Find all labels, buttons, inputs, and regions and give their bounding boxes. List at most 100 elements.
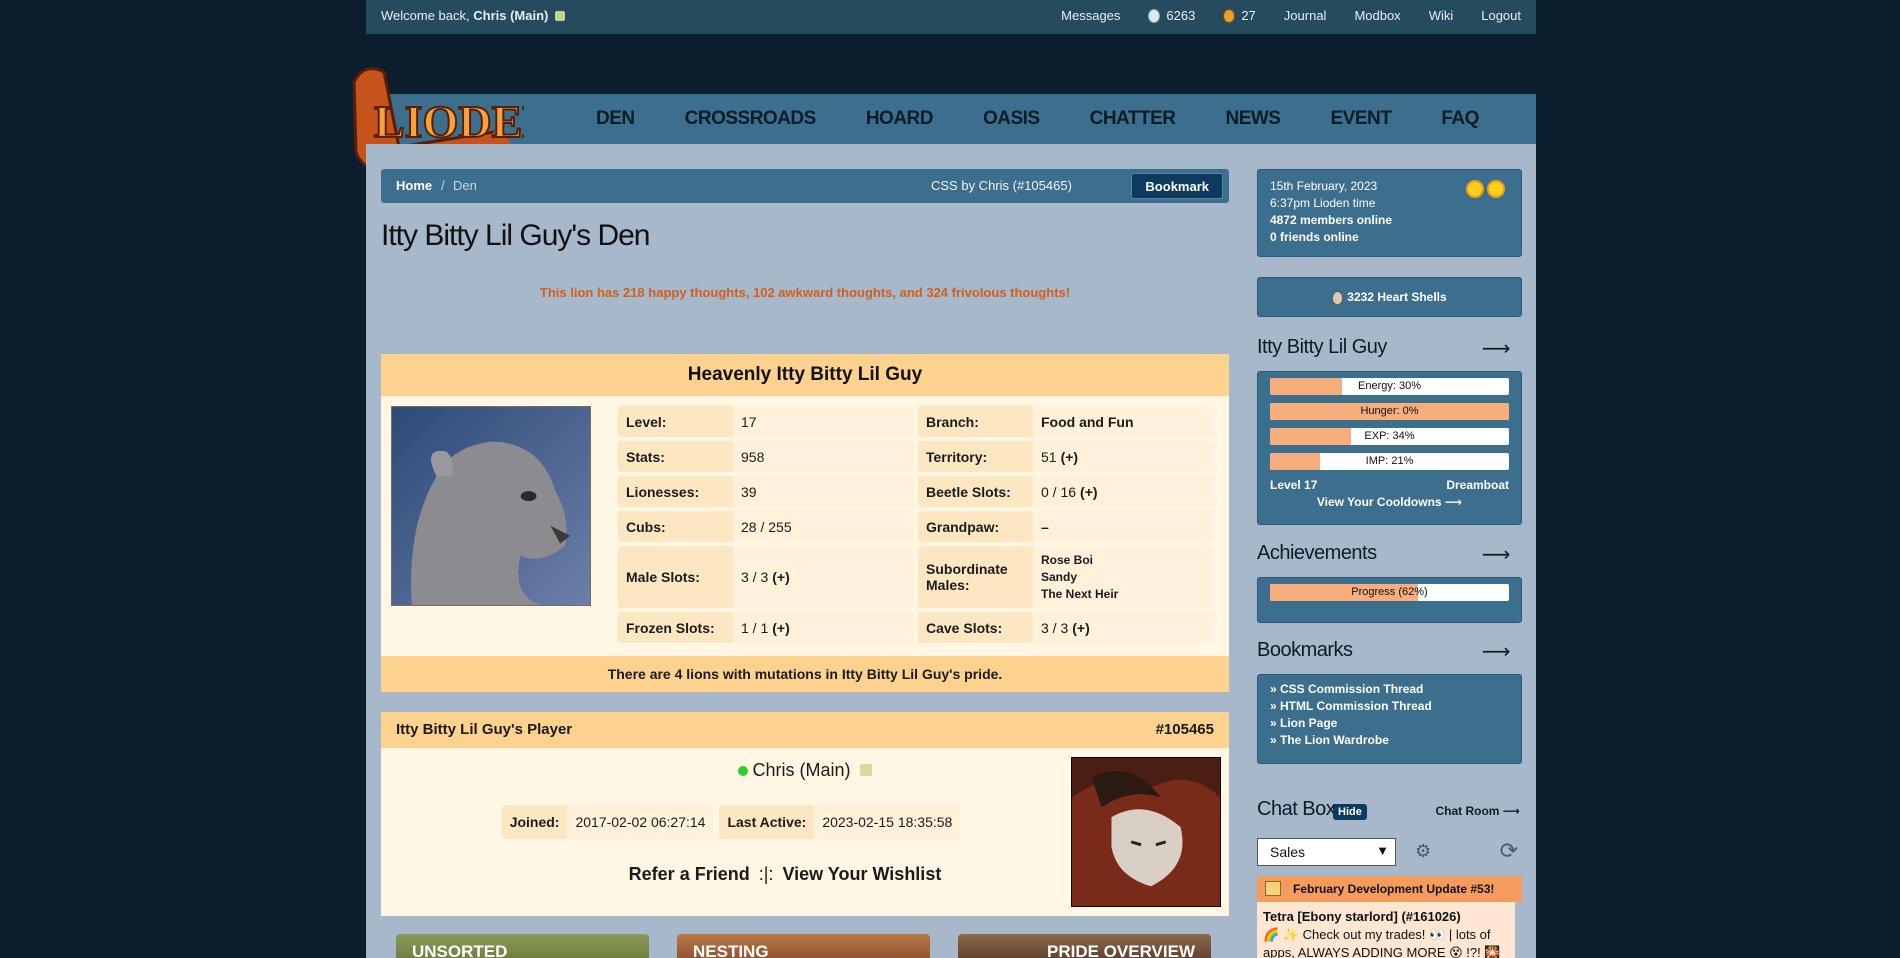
crown-icon xyxy=(555,11,566,21)
hunger-bar: Hunger: 0% xyxy=(1270,403,1509,420)
gem-icon xyxy=(1148,8,1161,23)
bookmarks-heading: Bookmarks ⟶ xyxy=(1257,639,1511,664)
dropdown-caret-icon: ▼ xyxy=(1376,843,1389,858)
cooldowns-link[interactable]: View Your Cooldowns ⟶ xyxy=(1270,495,1509,509)
player-header: Itty Bitty Lil Guy's Player #105465 xyxy=(381,712,1229,748)
chat-room-link[interactable]: Chat Room ⟶ xyxy=(1435,804,1520,818)
achievements-heading: Achievements ⟶ xyxy=(1257,542,1511,567)
beetle-currency[interactable]: 27 xyxy=(1223,8,1256,23)
male-plus-link[interactable]: (+) xyxy=(772,569,790,585)
username-link[interactable]: Chris (Main) xyxy=(473,8,548,23)
wiki-link[interactable]: Wiki xyxy=(1429,8,1454,23)
welcome-text: Welcome back, Chris (Main) xyxy=(381,8,566,23)
stat-stats: Stats: 958 xyxy=(618,441,914,472)
sun-icon xyxy=(1466,180,1484,198)
messages-link[interactable]: Messages xyxy=(1061,8,1120,23)
tile-unsorted[interactable]: UNSORTED xyxy=(396,934,649,958)
refer-friend-link[interactable]: Refer a Friend xyxy=(629,864,750,884)
stat-territory: Territory: 51 (+) xyxy=(918,441,1214,472)
player-panel: Itty Bitty Lil Guy's Player #105465 Chri… xyxy=(381,712,1229,916)
tile-nesting[interactable]: NESTING xyxy=(677,934,930,958)
bookmark-link[interactable]: » CSS Commission Thread xyxy=(1270,681,1509,698)
gear-icon[interactable]: ⚙ xyxy=(1415,841,1431,862)
lion-name-header: Heavenly Itty Bitty Lil Guy xyxy=(381,354,1229,396)
subordinate-link[interactable]: The Next Heir xyxy=(1041,586,1118,603)
breadcrumb-separator: / xyxy=(441,178,445,193)
bookmark-link[interactable]: » Lion Page xyxy=(1270,715,1509,732)
bookmarks-arrow-link[interactable]: ⟶ xyxy=(1482,639,1511,664)
chat-text: 🌈 ✨ Check out my trades! 👀 | lots of app… xyxy=(1263,927,1501,958)
breadcrumb-current: Den xyxy=(453,178,477,193)
stat-frozen-slots: Frozen Slots: 1 / 1 (+) xyxy=(618,612,914,643)
stat-beetle-slots: Beetle Slots: 0 / 16 (+) xyxy=(918,476,1214,507)
notice-icon xyxy=(1265,881,1281,896)
last-active: Last Active: 2023-02-15 18:35:58 xyxy=(719,805,961,839)
nav-chatter[interactable]: CHATTER xyxy=(1065,94,1201,144)
player-header-title: Itty Bitty Lil Guy's Player xyxy=(396,721,573,738)
hide-chat-button[interactable]: Hide xyxy=(1333,804,1367,820)
wishlist-link[interactable]: View Your Wishlist xyxy=(782,864,941,884)
bookmark-link[interactable]: » HTML Commission Thread xyxy=(1270,698,1509,715)
den-tiles: UNSORTED NESTING PRIDE OVERVIEW xyxy=(396,934,1211,958)
chat-announcement[interactable]: February Development Update #53! [link] xyxy=(1257,876,1522,922)
lion-arrow-link[interactable]: ⟶ xyxy=(1482,336,1511,361)
members-online: 4872 members online xyxy=(1270,213,1393,227)
online-status-icon xyxy=(738,766,749,777)
nav-faq[interactable]: FAQ xyxy=(1416,94,1504,144)
achievements-progress-bar: Progress (62%) xyxy=(1270,584,1509,601)
achievements-arrow-link[interactable]: ⟶ xyxy=(1482,542,1511,567)
achievements-box: Progress (62%) xyxy=(1257,577,1522,623)
heart-shells-box[interactable]: 3232 Heart Shells xyxy=(1257,277,1522,317)
lion-stats: Level: 17 Branch: Food and Fun Stats: 958 T… xyxy=(618,406,1214,647)
chatbox-header: Chat Box Hide Chat Room ⟶ xyxy=(1257,798,1520,820)
lion-portrait[interactable] xyxy=(391,406,591,606)
player-id[interactable]: #105465 xyxy=(1156,721,1214,738)
subordinate-link[interactable]: Sandy xyxy=(1041,569,1118,586)
bookmark-button[interactable]: Bookmark xyxy=(1131,173,1223,199)
sun-icon xyxy=(1487,180,1505,198)
nav-den[interactable]: DEN xyxy=(571,94,660,144)
bookmark-link[interactable]: » The Lion Wardrobe xyxy=(1270,732,1509,749)
nav-oasis[interactable]: OASIS xyxy=(958,94,1065,144)
cave-plus-link[interactable]: (+) xyxy=(1072,620,1090,636)
tile-pride-overview[interactable]: PRIDE OVERVIEW xyxy=(958,934,1211,958)
heart-shell-icon xyxy=(1332,290,1344,305)
nav-crossroads[interactable]: CROSSROADS xyxy=(660,94,841,144)
logout-link[interactable]: Logout xyxy=(1481,8,1521,23)
main-nav: DEN CROSSROADS HOARD OASIS CHATTER NEWS EVENT F… xyxy=(366,94,1536,144)
nav-hoard[interactable]: HOARD xyxy=(841,94,958,144)
top-bar: Welcome back, Chris (Main) Messages 6263… xyxy=(366,0,1536,34)
crown-icon xyxy=(859,764,872,776)
stat-grandpaw: Grandpaw: – xyxy=(918,511,1214,542)
frozen-plus-link[interactable]: (+) xyxy=(772,620,790,636)
page-title: Itty Bitty Lil Guy's Den xyxy=(381,219,650,252)
stat-lionesses: Lionesses: 39 xyxy=(618,476,914,507)
logo-text: LIODEN xyxy=(374,96,524,147)
refresh-icon[interactable]: ⟳ xyxy=(1500,838,1518,864)
beetle-plus-link[interactable]: (+) xyxy=(1080,484,1098,500)
chat-user[interactable]: Tetra [Ebony starlord] (#161026) xyxy=(1263,909,1461,924)
friends-online[interactable]: 0 friends online xyxy=(1270,230,1359,244)
breadcrumb-home[interactable]: Home xyxy=(396,178,432,193)
imp-bar: IMP: 21% xyxy=(1270,453,1509,470)
chat-channel-select[interactable]: Sales ▼ xyxy=(1257,838,1396,866)
chat-message: Tetra [Ebony starlord] (#161026) 🌈 ✨ Che… xyxy=(1257,902,1515,958)
gem-currency[interactable]: 6263 xyxy=(1148,8,1195,23)
lion-status-box: Energy: 30% Hunger: 0% EXP: 34% IMP: 21%… xyxy=(1257,371,1522,525)
player-avatar[interactable] xyxy=(1071,757,1221,907)
lion-panel: Heavenly Itty Bitty Lil Guy Level: 17 Bra… xyxy=(381,354,1229,692)
modbox-link[interactable]: Modbox xyxy=(1354,8,1400,23)
stat-cubs: Cubs: 28 / 255 xyxy=(618,511,914,542)
stat-cave-slots: Cave Slots: 3 / 3 (+) xyxy=(918,612,1214,643)
territory-plus-link[interactable]: (+) xyxy=(1061,449,1079,465)
stat-male-slots: Male Slots: 3 / 3 (+) xyxy=(618,546,914,608)
nav-news[interactable]: NEWS xyxy=(1200,94,1305,144)
subordinate-link[interactable]: Rose Boi xyxy=(1041,552,1118,569)
css-credit[interactable]: CSS by Chris (#105465) xyxy=(931,178,1072,193)
exp-bar: EXP: 34% xyxy=(1270,428,1509,445)
mutation-notice: There are 4 lions with mutations in Itty… xyxy=(381,656,1229,692)
beetle-icon xyxy=(1223,8,1236,23)
nav-event[interactable]: EVENT xyxy=(1305,94,1416,144)
journal-link[interactable]: Journal xyxy=(1284,8,1327,23)
stat-level: Level: 17 xyxy=(618,406,914,437)
